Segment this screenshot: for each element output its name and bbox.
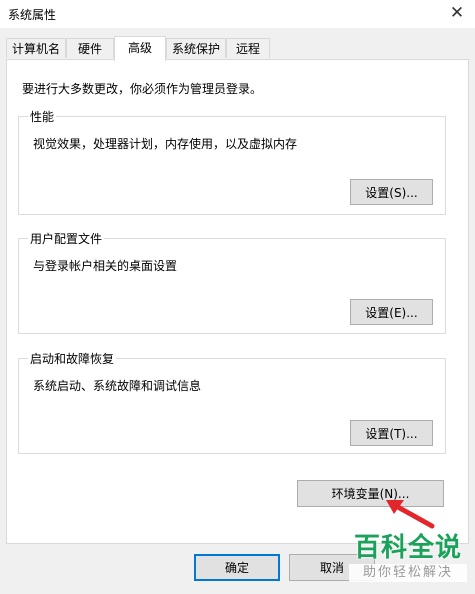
tab-strip: 计算机名 硬件 高级 系统保护 远程 (6, 36, 471, 61)
performance-description: 视觉效果，处理器计划，内存使用，以及虚拟内存 (33, 137, 298, 151)
title-bar: 系统属性 ✕ (0, 0, 475, 28)
admin-notice: 要进行大多数更改，你必须作为管理员登录。 (22, 82, 263, 96)
startup-recovery-settings-button[interactable]: 设置(T)... (350, 420, 433, 446)
ok-button[interactable]: 确定 (194, 554, 280, 581)
watermark-logo: 百科全说 助你轻松解决 (349, 532, 467, 582)
user-profiles-settings-button[interactable]: 设置(E)... (350, 299, 433, 325)
user-profiles-description: 与登录帐户相关的桌面设置 (33, 259, 178, 273)
tab-advanced[interactable]: 高级 (114, 36, 166, 61)
watermark-main-text: 百科全说 (353, 533, 462, 563)
user-profiles-group: 用户配置文件 与登录帐户相关的桌面设置 设置(E)... (18, 230, 446, 334)
startup-recovery-group: 启动和故障恢复 系统启动、系统故障和调试信息 设置(T)... (18, 350, 446, 454)
annotation-arrow-icon (386, 500, 435, 529)
performance-title: 性能 (28, 108, 57, 125)
tab-system-protection[interactable]: 系统保护 (166, 38, 226, 58)
close-icon[interactable]: ✕ (447, 2, 467, 24)
tab-computer-name[interactable]: 计算机名 (6, 38, 66, 58)
window-title: 系统属性 (8, 8, 57, 22)
startup-recovery-description: 系统启动、系统故障和调试信息 (33, 379, 202, 393)
user-profiles-title: 用户配置文件 (28, 230, 105, 247)
startup-recovery-title: 启动和故障恢复 (28, 350, 117, 367)
tab-hardware[interactable]: 硬件 (66, 38, 114, 58)
tab-remote[interactable]: 远程 (226, 38, 270, 58)
watermark-sub-text: 助你轻松解决 (349, 564, 467, 582)
performance-group: 性能 视觉效果，处理器计划，内存使用，以及虚拟内存 设置(S)... (18, 108, 446, 215)
performance-settings-button[interactable]: 设置(S)... (350, 179, 433, 205)
